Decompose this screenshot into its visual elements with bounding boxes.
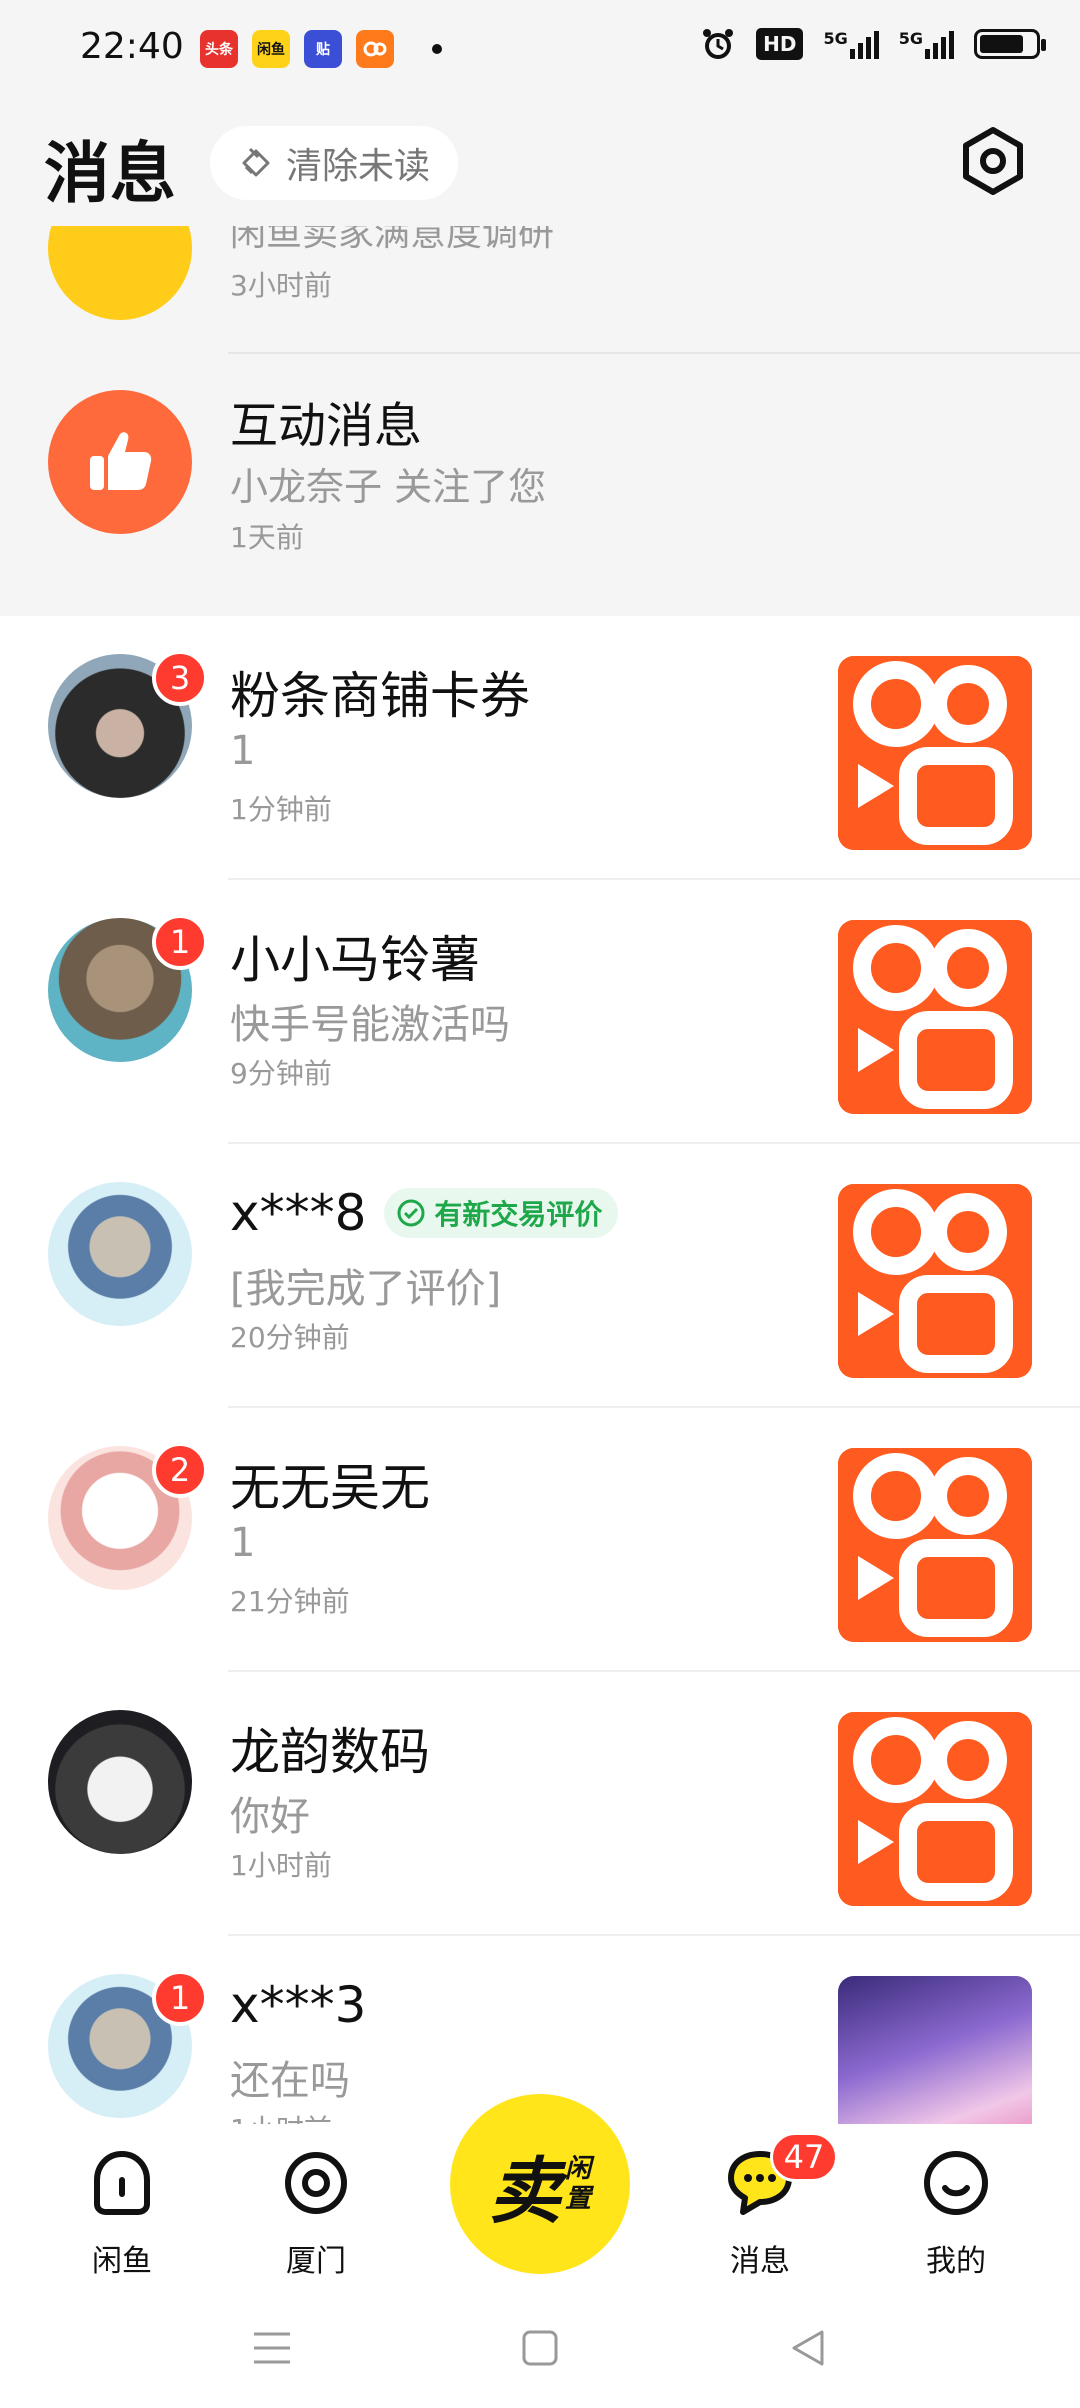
interaction-subtitle: 小龙奈子 关注了您 xyxy=(230,465,547,509)
tab-home[interactable]: 闲鱼 xyxy=(62,2146,182,2280)
chat-name: 无无吴无 xyxy=(230,1459,430,1517)
chat-row[interactable]: 2 无无吴无 1 21分钟前 xyxy=(0,1408,1080,1672)
tab-messages-label: 消息 xyxy=(730,2244,790,2279)
alarm-icon xyxy=(703,29,734,59)
chat-row[interactable]: x***8 有新交易评价 [我完成了评价] 20分钟前 xyxy=(0,1144,1080,1408)
broom-icon xyxy=(242,147,270,177)
xianyu-app-icon: 闲鱼 xyxy=(252,30,290,68)
status-app-icons: 头条 闲鱼 贴 xyxy=(200,30,442,68)
kuaishou-logo-icon xyxy=(838,1184,1032,1378)
chat-time: 1小时前 xyxy=(230,1849,332,1882)
chat-name: x***8 有新交易评价 xyxy=(230,1184,619,1242)
item-thumbnail[interactable] xyxy=(838,1448,1032,1642)
chat-row[interactable]: 3 粉条商铺卡券 1 1分钟前 xyxy=(0,616,1080,880)
unread-badge: 3 xyxy=(152,650,208,706)
unread-badge: 2 xyxy=(152,1442,208,1498)
thumbs-up-icon xyxy=(90,432,152,490)
interaction-message-row[interactable]: 互动消息 小龙奈子 关注了您 1天前 xyxy=(0,354,1080,616)
chat-time: 21分钟前 xyxy=(230,1585,350,1618)
check-circle-icon xyxy=(397,1199,425,1227)
sell-main-label: 卖 xyxy=(488,2148,561,2233)
tieba-icon: 贴 xyxy=(304,30,342,68)
toutiao-icon: 头条 xyxy=(200,30,238,68)
chat-last-message: 还在吗 xyxy=(230,2058,350,2104)
unread-badge: 1 xyxy=(152,1970,208,2026)
kuaishou-logo-icon xyxy=(838,656,1032,850)
interaction-avatar xyxy=(48,390,192,534)
clear-unread-label: 清除未读 xyxy=(286,146,431,187)
avatar xyxy=(48,1710,192,1854)
status-time: 22:40 xyxy=(80,26,184,67)
status-bar: 22:40 头条 闲鱼 贴 HD 5G 5G xyxy=(0,0,1080,96)
kuaishou-logo-icon xyxy=(838,920,1032,1114)
menu-icon[interactable] xyxy=(250,2326,294,2370)
tab-city[interactable]: 厦门 xyxy=(256,2146,376,2280)
hd-icon: HD xyxy=(756,28,804,60)
chat-time: 20分钟前 xyxy=(230,1321,350,1354)
survey-subtitle: 闲鱼卖家满意度调研 xyxy=(230,226,555,254)
chat-last-message: 快手号能激活吗 xyxy=(230,1002,510,1048)
messages-unread-badge: 47 xyxy=(770,2132,838,2182)
chat-time: 1小时前 xyxy=(230,2108,332,2124)
item-thumbnail[interactable] xyxy=(838,1184,1032,1378)
tab-mine[interactable]: 我的 xyxy=(896,2146,1016,2280)
chat-name: 小小马铃薯 xyxy=(230,931,480,989)
unread-badge: 1 xyxy=(152,914,208,970)
settings-icon[interactable] xyxy=(958,126,1028,196)
home-icon[interactable] xyxy=(518,2326,562,2370)
system-nav-bar xyxy=(0,2290,1080,2408)
signal-1-icon: 5G xyxy=(823,29,879,59)
tab-city-label: 厦门 xyxy=(286,2244,346,2279)
status-indicators: HD 5G 5G xyxy=(700,26,1046,62)
sell-sub-label: 闲置 xyxy=(565,2154,592,2214)
item-thumbnail[interactable] xyxy=(838,656,1032,850)
page-header: 消息 清除未读 xyxy=(0,96,1080,226)
more-notifications-dot xyxy=(432,44,442,54)
app-notification-icon xyxy=(356,30,394,68)
bottom-tab-bar: 闲鱼 厦门 卖 闲置 消息 47 我的 xyxy=(0,2094,1080,2290)
chat-last-message: 1 xyxy=(230,1520,256,1566)
chat-name: x***3 xyxy=(230,1976,367,2034)
profile-smile-icon xyxy=(924,2151,988,2215)
chat-name: 粉条商铺卡券 xyxy=(230,667,530,725)
location-icon xyxy=(285,2152,347,2214)
clear-unread-button[interactable]: 清除未读 xyxy=(210,126,459,200)
tab-mine-label: 我的 xyxy=(926,2244,986,2279)
chat-last-message: 你好 xyxy=(230,1794,310,1840)
new-review-tag: 有新交易评价 xyxy=(384,1188,619,1238)
system-messages: 闲鱼卖家满意度调研 3小时前 互动消息 小龙奈子 关注了您 1天前 xyxy=(0,226,1080,616)
survey-message-row[interactable]: 闲鱼卖家满意度调研 3小时前 xyxy=(0,226,1080,346)
battery-icon xyxy=(974,29,1046,59)
item-thumbnail[interactable] xyxy=(838,1712,1032,1906)
kuaishou-logo-icon xyxy=(838,1712,1032,1906)
chat-last-message: [我完成了评价] xyxy=(230,1266,502,1312)
back-icon[interactable] xyxy=(786,2326,830,2370)
signal-2-icon: 5G xyxy=(899,29,954,59)
chat-time: 1分钟前 xyxy=(230,793,332,826)
survey-avatar xyxy=(48,226,192,320)
interaction-time: 1天前 xyxy=(230,521,304,554)
avatar xyxy=(48,1182,192,1326)
item-thumbnail[interactable] xyxy=(838,1976,1032,2124)
xianyu-home-icon xyxy=(94,2150,150,2215)
sell-button[interactable]: 卖 闲置 xyxy=(450,2094,630,2274)
interaction-title: 互动消息 xyxy=(230,398,423,454)
survey-time: 3小时前 xyxy=(230,269,332,302)
chat-list[interactable]: 3 粉条商铺卡券 1 1分钟前 1 小小马铃薯 快手号能激活吗 9分钟前 x**… xyxy=(0,616,1080,2124)
chat-name: 龙韵数码 xyxy=(230,1723,430,1781)
chat-last-message: 1 xyxy=(230,728,256,774)
kuaishou-logo-icon xyxy=(838,1448,1032,1642)
chat-row[interactable]: 1 小小马铃薯 快手号能激活吗 9分钟前 xyxy=(0,880,1080,1144)
page-title: 消息 xyxy=(44,135,176,212)
tab-home-label: 闲鱼 xyxy=(92,2244,152,2279)
item-thumbnail[interactable] xyxy=(838,920,1032,1114)
chat-row[interactable]: 龙韵数码 你好 1小时前 xyxy=(0,1672,1080,1936)
chat-time: 9分钟前 xyxy=(230,1057,332,1090)
